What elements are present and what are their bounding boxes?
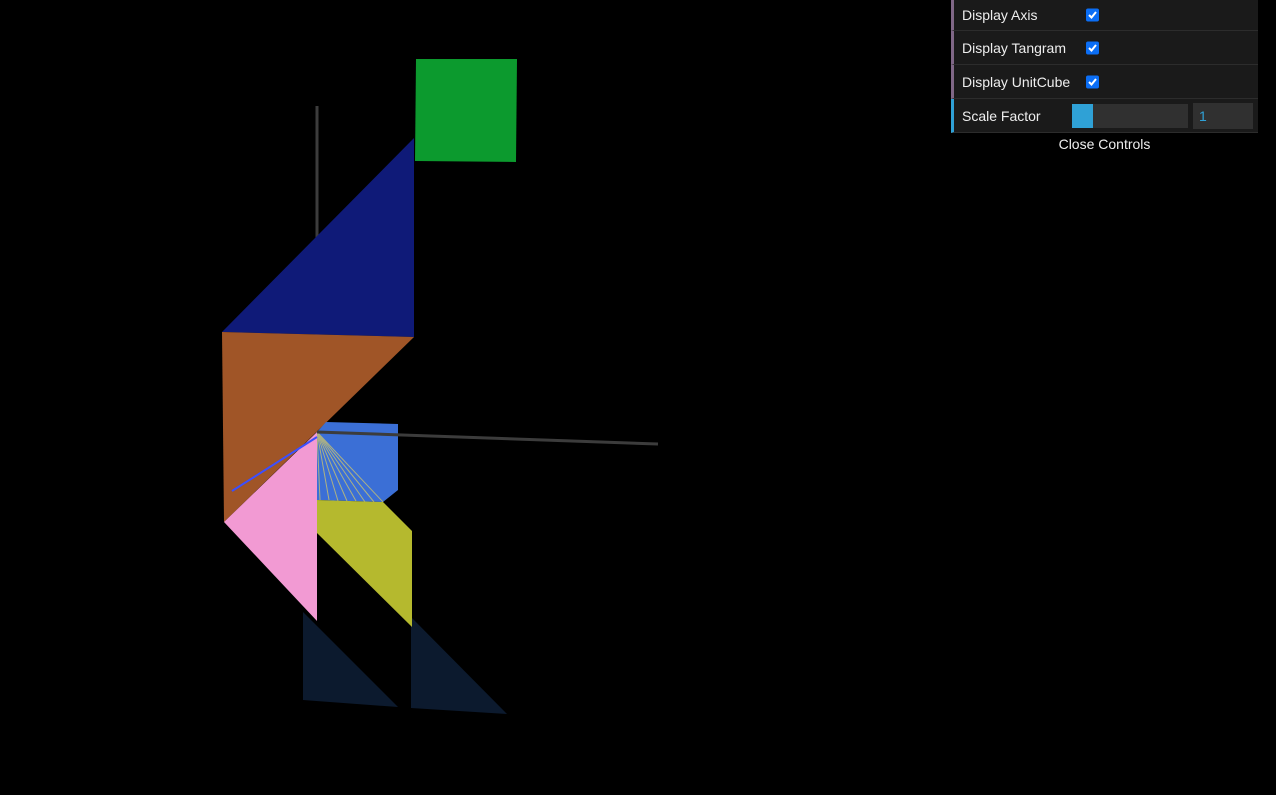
scale-factor-slider-fill [1072, 103, 1093, 128]
scale-factor-row: Scale Factor 1 [951, 99, 1258, 133]
display-tangram-row[interactable]: Display Tangram [951, 31, 1258, 65]
display-axis-checkbox[interactable] [1086, 8, 1099, 22]
shadow-triangle-left [303, 612, 398, 707]
checkmark-icon [1088, 11, 1097, 19]
display-tangram-label: Display Tangram [962, 39, 1067, 56]
display-axis-label: Display Axis [962, 7, 1038, 23]
scale-factor-slider[interactable] [1072, 103, 1188, 128]
display-unitcube-label: Display UnitCube [962, 73, 1071, 90]
display-unitcube-checkbox[interactable] [1086, 75, 1099, 88]
display-axis-row[interactable]: Display Axis [951, 0, 1258, 31]
display-tangram-checkbox[interactable] [1086, 41, 1099, 54]
parallelogram-yellow [317, 500, 412, 627]
scale-factor-label: Scale Factor [962, 107, 1041, 124]
square-green [415, 59, 517, 162]
scale-factor-input[interactable]: 1 [1193, 102, 1253, 129]
shadow-triangle-right [411, 617, 507, 714]
close-controls-button[interactable]: Close Controls [951, 133, 1258, 155]
checkmark-icon [1088, 77, 1097, 86]
display-unitcube-row[interactable]: Display UnitCube [951, 65, 1258, 99]
checkmark-icon [1088, 43, 1097, 52]
controls-panel: Display Axis Display Tangram Display Uni… [951, 0, 1258, 155]
